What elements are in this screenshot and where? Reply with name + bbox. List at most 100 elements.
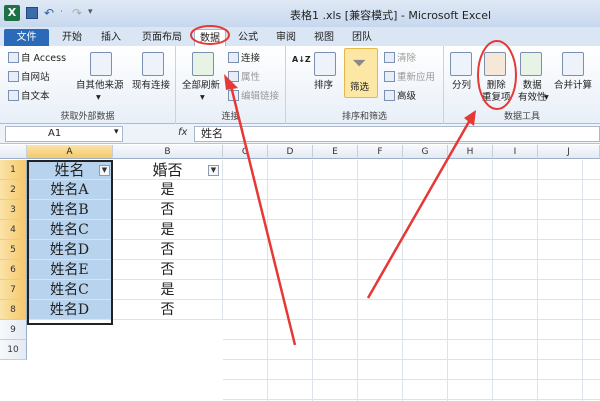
group-get-external-data: 自 Access 自网站 自文本 自其他来源 ▾ 现有连接 获取外部数据 xyxy=(0,46,176,124)
cell-a2[interactable]: 姓名A xyxy=(27,180,113,200)
column-header-b[interactable]: B xyxy=(113,145,223,159)
worksheet-grid[interactable]: A B C D E F G H I J 1 2 3 4 5 6 7 8 9 10… xyxy=(0,145,600,401)
other-sources-dropdown-icon[interactable]: ▾ xyxy=(96,92,101,104)
cell-a8[interactable]: 姓名D xyxy=(27,300,113,320)
tab-formulas[interactable]: 公式 xyxy=(232,29,264,46)
cell-a4[interactable]: 姓名C xyxy=(27,220,113,240)
properties-button[interactable]: 属性 xyxy=(228,71,260,84)
advanced-button[interactable]: 高级 xyxy=(384,90,416,103)
row-header-10[interactable]: 10 xyxy=(0,340,27,360)
cell-b3[interactable]: 否 xyxy=(113,200,223,220)
connections-button[interactable]: 连接 xyxy=(228,52,260,65)
column-header-g[interactable]: G xyxy=(403,145,448,159)
select-all-corner[interactable] xyxy=(0,145,27,159)
from-web-button[interactable]: 自网站 xyxy=(8,71,50,84)
refresh-dropdown-icon[interactable]: ▾ xyxy=(200,92,205,104)
row-header-2[interactable]: 2 xyxy=(0,180,27,200)
edit-links-label: 编辑链接 xyxy=(241,91,280,102)
cell-a3[interactable]: 姓名B xyxy=(27,200,113,220)
cell-a7[interactable]: 姓名C xyxy=(27,280,113,300)
group-label-external-data: 获取外部数据 xyxy=(60,112,115,122)
column-header-c[interactable]: C xyxy=(223,145,268,159)
window-title: 表格1 .xls [兼容模式] - Microsoft Excel xyxy=(290,9,492,22)
qat-dropdown-icon[interactable]: ▾ xyxy=(88,7,100,19)
column-header-h[interactable]: H xyxy=(448,145,493,159)
sort-button[interactable]: 排序 xyxy=(314,80,333,92)
connections-label: 连接 xyxy=(241,53,261,64)
text-to-columns-button[interactable]: 分列 xyxy=(452,80,471,92)
tab-review[interactable]: 审阅 xyxy=(270,29,302,46)
from-other-sources-button[interactable]: 自其他来源 xyxy=(76,80,124,92)
row-header-3[interactable]: 3 xyxy=(0,200,27,220)
group-label-connections: 连接 xyxy=(221,112,240,122)
undo-icon[interactable]: ↶ xyxy=(44,7,56,19)
tab-home[interactable]: 开始 xyxy=(56,29,88,46)
from-web-label: 自网站 xyxy=(21,72,50,83)
refresh-all-button[interactable]: 全部刷新 xyxy=(182,80,220,92)
excel-window: X ↶ · ↷ ▾ 表格1 .xls [兼容模式] - Microsoft Ex… xyxy=(0,0,600,401)
access-icon xyxy=(8,52,19,63)
column-header-i[interactable]: I xyxy=(493,145,538,159)
formula-bar: A1 ▾ fx 姓名 xyxy=(0,124,600,144)
redo-icon[interactable]: ↷ xyxy=(72,7,84,19)
cell-b6[interactable]: 否 xyxy=(113,260,223,280)
edit-links-button[interactable]: 编辑链接 xyxy=(228,90,279,103)
group-label-data-tools: 数据工具 xyxy=(503,112,540,122)
cell-b1[interactable]: 婚否 xyxy=(113,160,223,180)
from-access-button[interactable]: 自 Access xyxy=(8,52,66,65)
column-header-j[interactable]: J xyxy=(538,145,600,159)
row-header-6[interactable]: 6 xyxy=(0,260,27,280)
column-header-f[interactable]: F xyxy=(358,145,403,159)
from-text-button[interactable]: 自文本 xyxy=(8,90,50,103)
save-icon[interactable] xyxy=(26,7,38,19)
connections-icon xyxy=(228,52,239,63)
remove-duplicates-button[interactable]: 删除 重复项 xyxy=(482,80,511,104)
cell-b7[interactable]: 是 xyxy=(113,280,223,300)
tab-team[interactable]: 团队 xyxy=(346,29,378,46)
existing-connections-icon xyxy=(142,52,164,76)
cell-a6[interactable]: 姓名E xyxy=(27,260,113,280)
validation-dropdown-icon[interactable]: ▾ xyxy=(544,92,549,104)
text-to-columns-icon xyxy=(450,52,472,76)
column-header-a[interactable]: A xyxy=(27,145,113,159)
web-icon xyxy=(8,71,19,82)
row-header-8[interactable]: 8 xyxy=(0,300,27,320)
tab-data[interactable]: 数据 xyxy=(194,29,226,46)
empty-cells-area[interactable] xyxy=(223,160,600,401)
column-header-e[interactable]: E xyxy=(313,145,358,159)
column-header-d[interactable]: D xyxy=(268,145,313,159)
tab-page-layout[interactable]: 页面布局 xyxy=(134,29,190,46)
insert-function-icon[interactable]: fx xyxy=(178,127,187,138)
cell-b2[interactable]: 是 xyxy=(113,180,223,200)
row-header-9[interactable]: 9 xyxy=(0,320,27,340)
filter-dropdown-b[interactable]: ▼ xyxy=(208,165,219,176)
name-box[interactable]: A1 xyxy=(5,126,123,142)
filter-dropdown-a[interactable]: ▼ xyxy=(99,165,110,176)
tab-insert[interactable]: 插入 xyxy=(94,29,128,46)
group-connections: 全部刷新 ▾ 连接 属性 编辑链接 连接 xyxy=(176,46,286,124)
clear-icon xyxy=(384,52,395,63)
cell-b8[interactable]: 否 xyxy=(113,300,223,320)
reapply-button[interactable]: 重新应用 xyxy=(384,71,435,84)
row-header-4[interactable]: 4 xyxy=(0,220,27,240)
cell-a5[interactable]: 姓名D xyxy=(27,240,113,260)
data-validation-button[interactable]: 数据 有效性 xyxy=(518,80,547,104)
cell-b5[interactable]: 否 xyxy=(113,240,223,260)
properties-icon xyxy=(228,71,239,82)
clear-button[interactable]: 清除 xyxy=(384,52,416,65)
group-data-tools: 分列 删除 重复项 数据 有效性 ▾ 合并计算 数据工具 xyxy=(444,46,600,124)
row-header-5[interactable]: 5 xyxy=(0,240,27,260)
consolidate-button[interactable]: 合并计算 xyxy=(554,80,592,92)
data-validation-icon xyxy=(520,52,542,76)
row-header-1[interactable]: 1 xyxy=(0,160,27,180)
name-box-dropdown-icon[interactable]: ▾ xyxy=(114,127,119,137)
sort-az-icon[interactable]: A↓Z xyxy=(292,54,311,66)
existing-connections-button[interactable]: 现有连接 xyxy=(132,80,170,92)
tab-file[interactable]: 文件 xyxy=(4,29,49,46)
from-access-label: 自 Access xyxy=(21,53,67,64)
consolidate-icon xyxy=(562,52,584,76)
row-header-7[interactable]: 7 xyxy=(0,280,27,300)
tab-view[interactable]: 视图 xyxy=(308,29,340,46)
cell-b4[interactable]: 是 xyxy=(113,220,223,240)
formula-input[interactable]: 姓名 xyxy=(194,126,600,142)
